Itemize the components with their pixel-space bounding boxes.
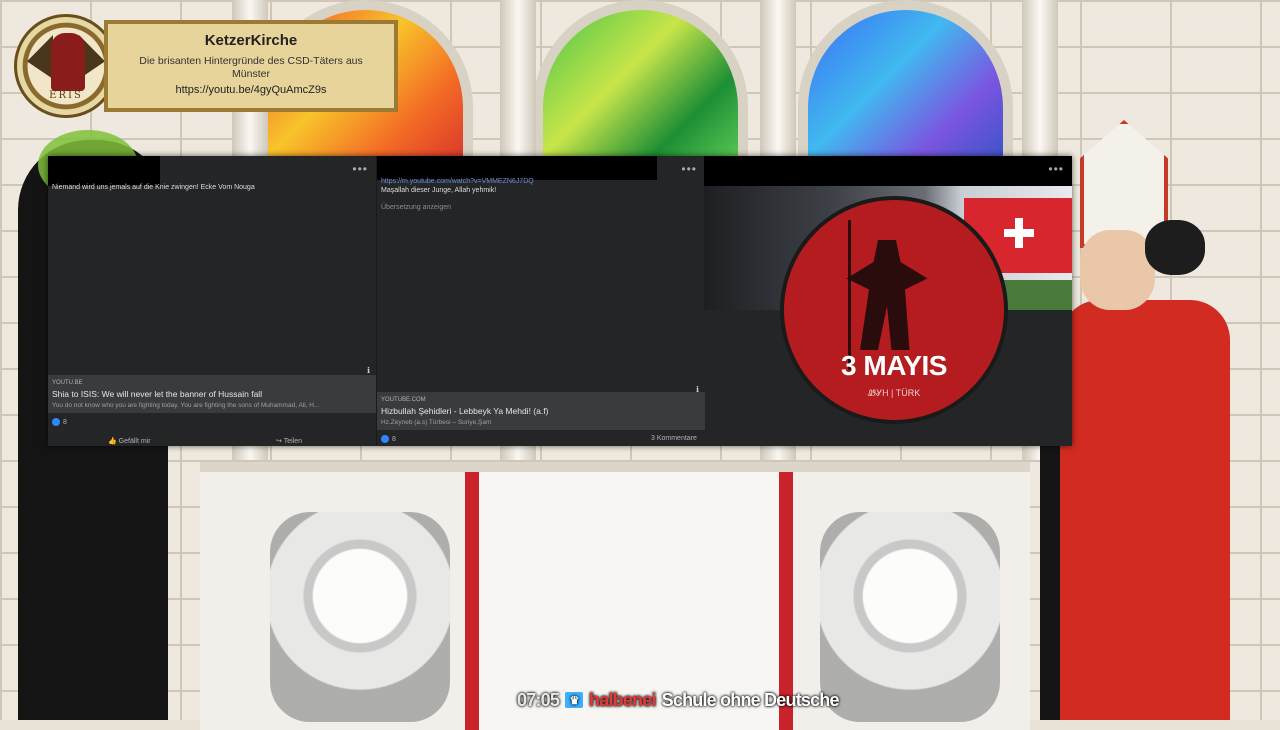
link-preview-card[interactable]: YOUTUBE.COM Hizbullah Şehidleri - Lebbey… [377, 392, 705, 430]
post-header-redacted [704, 156, 1072, 186]
more-options-icon[interactable]: ••• [352, 162, 368, 176]
badge-pole [848, 220, 851, 370]
banner-title: KetzerKirche [204, 32, 298, 49]
pope-robe [1060, 300, 1230, 720]
post-text: Niemand wird uns jemals auf die Knie zwi… [52, 184, 255, 191]
like-button[interactable]: 👍 Gefällt mir [108, 437, 151, 445]
logo-figure [51, 33, 85, 91]
black-cat [1145, 220, 1205, 275]
post-header-redacted [48, 156, 160, 186]
logo-wing-left [27, 35, 53, 79]
badge-title: 3 MAYIS [841, 350, 947, 381]
banner-subtitle: Die brisanten Hintergründe des CSD-Täter… [139, 55, 363, 80]
altar-ornament-right [820, 512, 1000, 722]
eris-logo-icon: ERIS [14, 14, 118, 118]
like-reaction-icon [52, 418, 60, 426]
info-icon[interactable]: ℹ [696, 385, 699, 394]
ticker-username: halbenei [589, 689, 656, 710]
reaction-count[interactable]: 8 [381, 435, 396, 443]
facebook-post-2: ••• https://m.youtube.com/watch?v=VMMEZN… [376, 156, 705, 446]
link-preview-card[interactable]: YOUTU.BE Shia to ISIS: We will never let… [48, 375, 376, 413]
pope-face [1080, 230, 1155, 310]
badge-silhouette [846, 240, 928, 350]
channel-banner: ERIS KetzerKirche Die brisanten Hintergr… [14, 14, 398, 118]
facebook-post-1: ••• Niemand wird uns jemals auf die Knie… [48, 156, 376, 446]
more-options-icon[interactable]: ••• [1048, 162, 1064, 176]
3-mayis-badge: 3 MAYIS ᏪᎽᎻ | TÜRK [784, 200, 1004, 420]
banner-url[interactable]: https://youtu.be/4gyQuAmcZ9s [108, 84, 394, 96]
link-description: Hz.Zeyneb (a.s) Türbesi – Suriye,Şam [381, 419, 492, 426]
translate-link[interactable]: Übersetzung anzeigen [381, 204, 451, 211]
post-link[interactable]: https://m.youtube.com/watch?v=VMMEZN6J7D… [381, 178, 534, 185]
post-text: Maşallah dieser Junge, Allah yehmik! [381, 187, 497, 194]
ticker-time: 07:05 [517, 689, 560, 710]
flag-cross [1004, 218, 1034, 248]
facebook-posts-overlay: ••• Niemand wird uns jemals auf die Knie… [48, 156, 1072, 446]
link-title: Hizbullah Şehidleri - Lebbeyk Ya Mehdi! … [381, 406, 549, 416]
share-button[interactable]: ↪ Teilen [276, 437, 302, 445]
comments-count[interactable]: 3 Kommentare [651, 435, 697, 442]
more-options-icon[interactable]: ••• [681, 162, 697, 176]
reaction-count[interactable]: 8 [52, 418, 67, 426]
link-source: YOUTU.BE [52, 380, 83, 386]
like-reaction-icon [381, 435, 389, 443]
link-description: You do not know who you are fighting tod… [52, 402, 320, 409]
chat-ticker: 07:05 ♛ halbenei Schule ohne Deutsche [517, 688, 840, 712]
ticker-message: Schule ohne Deutsche [661, 689, 840, 710]
link-title: Shia to ISIS: We will never let the bann… [52, 389, 263, 399]
altar-ornament-left [270, 512, 450, 722]
logo-text: ERIS [49, 90, 83, 101]
badge-subtitle: ᏪᎽᎻ | TÜRK [867, 388, 921, 398]
info-icon[interactable]: ℹ [367, 366, 370, 375]
post-header-redacted [377, 156, 657, 180]
crown-icon: ♛ [565, 692, 584, 708]
link-source: YOUTUBE.COM [381, 397, 426, 403]
banner-card: KetzerKirche Die brisanten Hintergründe … [104, 20, 398, 112]
